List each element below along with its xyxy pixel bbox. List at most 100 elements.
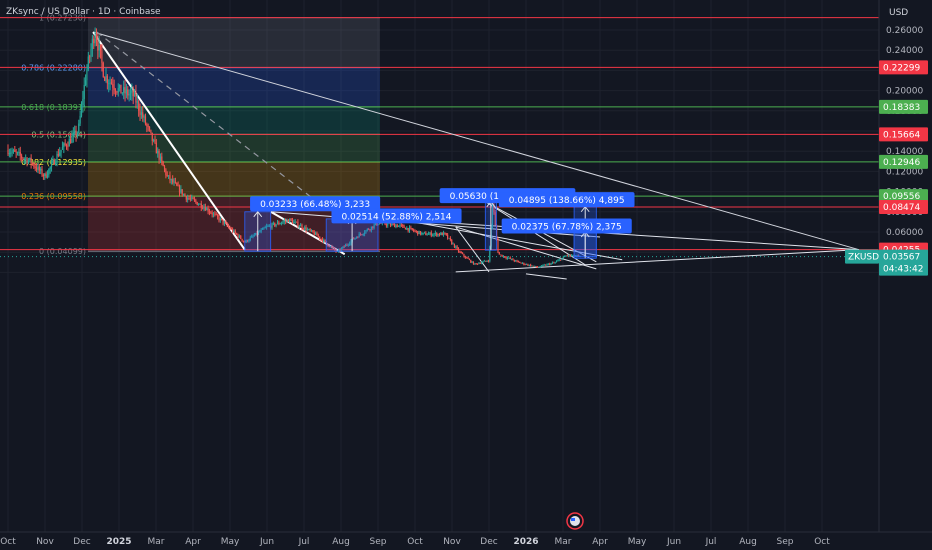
candle-body (142, 112, 144, 118)
price-tag[interactable]: 0.08474 (883, 203, 920, 213)
symbol-tag[interactable]: ZKUSD (848, 253, 879, 263)
chart-canvas[interactable]: 1 (0.27230)0.786 (0.22280)0.618 (0.18391… (0, 0, 932, 550)
candle-body (395, 225, 397, 228)
candle-body (153, 139, 155, 141)
price-tag[interactable]: 0.12946 (883, 158, 920, 168)
candle-body (540, 265, 543, 267)
candle-body (157, 150, 159, 154)
candle-body (463, 253, 465, 257)
candle-body (226, 223, 228, 226)
measure-label[interactable]: 0.04895 (138.66%) 4,895 (509, 196, 625, 206)
measure-label[interactable]: 0.02514 (52.88%) 2,514 (341, 212, 451, 222)
candle-body (300, 225, 302, 227)
candle-body (536, 267, 539, 268)
candle-body (117, 88, 119, 93)
candle-body (410, 227, 412, 229)
candle-body (502, 256, 505, 257)
measure-label[interactable]: 0.02375 (67.78%) 2,375 (512, 222, 622, 232)
candle-body (50, 162, 53, 167)
candle-body (75, 130, 77, 136)
candle-body (207, 208, 209, 212)
price-tag[interactable]: 0.15664 (883, 130, 920, 140)
candle-body (203, 207, 205, 209)
candle-body (385, 224, 387, 226)
candle-body (59, 152, 61, 156)
candle-body (230, 228, 232, 230)
time-tick-label: Nov (443, 537, 461, 547)
candle-body (158, 150, 160, 160)
candle-body (162, 161, 164, 167)
candle-body (14, 150, 16, 152)
price-tag[interactable]: 0.18383 (883, 103, 920, 113)
time-tick-label: Nov (36, 537, 54, 547)
candle-body (289, 218, 291, 223)
candle-body (532, 265, 534, 267)
candle-body (26, 158, 28, 164)
candle-body (472, 261, 475, 265)
candle-body (306, 229, 309, 231)
currency-label[interactable]: USD (889, 8, 908, 18)
last-price-value[interactable]: 0.03567 (883, 253, 920, 263)
candle-body (236, 233, 238, 235)
candle-body (457, 248, 460, 252)
candle-body (568, 254, 570, 256)
candle-body (524, 264, 526, 266)
candle-body (530, 264, 532, 267)
candle-body (297, 222, 299, 227)
candle-body (148, 126, 151, 130)
candle-body (125, 89, 128, 94)
candle-body (558, 259, 560, 261)
candle-body (282, 221, 284, 223)
candle-body (547, 263, 549, 265)
candle-body (42, 175, 44, 176)
candle-body (223, 222, 226, 224)
candle-body (497, 238, 499, 253)
candle-body (447, 234, 449, 239)
candle-body (40, 168, 42, 171)
candle-body (474, 263, 476, 265)
price-tick-label: 0.24000 (886, 46, 923, 56)
candle-body (46, 175, 49, 178)
candle-body (531, 265, 533, 267)
symbol-title[interactable]: ZKsync / US Dollar · 1D · Coinbase (6, 7, 161, 17)
candle-body (135, 91, 137, 103)
candle-body (287, 219, 289, 223)
candle-body (86, 69, 88, 81)
time-tick-label: Oct (814, 537, 830, 547)
candle-body (133, 91, 136, 97)
candle-body (512, 258, 514, 261)
countdown-timer: 04:43:42 (883, 265, 923, 275)
candle-body (298, 226, 300, 228)
candle-body (411, 228, 413, 230)
candle-body (403, 225, 405, 228)
candle-body (93, 38, 95, 44)
candle-body (80, 104, 83, 116)
fib-zone (88, 161, 380, 197)
candle-body (554, 262, 556, 264)
candle-body (521, 262, 524, 264)
candle-body (234, 230, 236, 234)
candle-body (150, 129, 152, 133)
candle-body (500, 254, 502, 256)
candle-body (470, 259, 472, 263)
time-tick-label: Sep (370, 537, 387, 547)
candle-body (136, 101, 138, 103)
candle-body (163, 166, 166, 170)
events-badge[interactable] (566, 512, 584, 530)
candle-body (116, 91, 118, 93)
candle-body (181, 189, 183, 195)
candle-body (455, 246, 457, 248)
candle-body (178, 185, 181, 193)
time-axis[interactable]: Oct Nov Dec 2025 Mar Apr May Jun Jul Aug Sep Oct Nov… (0, 531, 932, 550)
price-tag[interactable]: 0.22299 (883, 63, 920, 73)
candle-body (129, 92, 132, 95)
candle-body (305, 227, 307, 231)
candle-body (104, 77, 106, 81)
candle-body (98, 44, 100, 51)
candle-body (138, 101, 140, 111)
candle-body (316, 232, 318, 236)
candle-body (438, 233, 441, 235)
candle-body (61, 147, 64, 150)
candle-body (285, 220, 287, 222)
time-tick-label: Oct (407, 537, 423, 547)
